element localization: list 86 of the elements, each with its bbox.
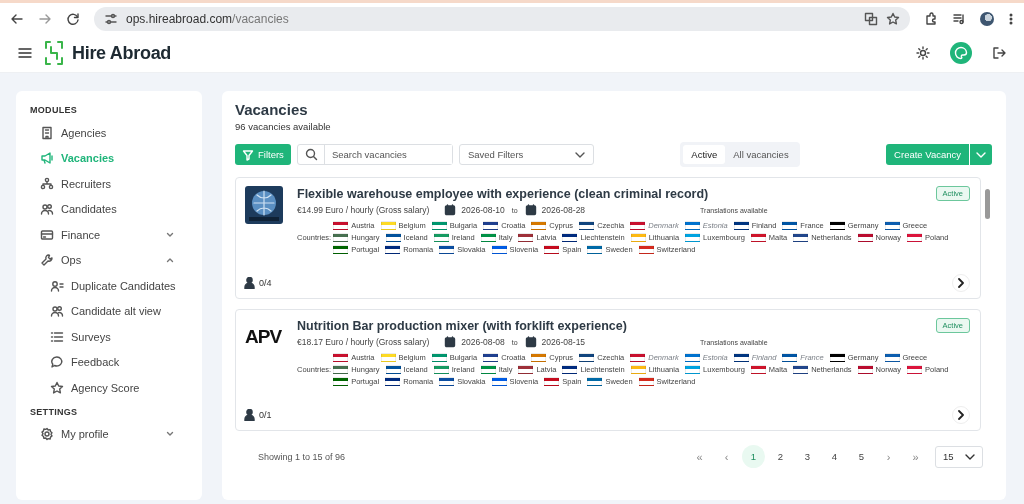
address-bar[interactable]: ops.hireabroad.com/vacancies bbox=[94, 6, 911, 31]
last-page-button[interactable]: » bbox=[904, 445, 927, 468]
person-icon bbox=[244, 409, 255, 421]
translate-icon bbox=[864, 11, 879, 26]
applicant-count: 0/1 bbox=[259, 410, 272, 420]
vacancy-title[interactable]: Nutrition Bar production mixer (with forklift experience) bbox=[297, 319, 627, 333]
person-icon bbox=[50, 278, 64, 293]
salary-text: €14.99 Euro / hourly (Gross salary) bbox=[297, 205, 430, 215]
chevron-down-icon bbox=[166, 431, 174, 438]
media-icon[interactable] bbox=[952, 11, 967, 26]
wrench-icon bbox=[40, 253, 54, 268]
reload-icon[interactable] bbox=[66, 11, 80, 26]
page-button[interactable]: 4 bbox=[823, 445, 846, 468]
page-button[interactable]: 1 bbox=[742, 445, 765, 468]
palette-button[interactable] bbox=[950, 42, 972, 64]
hierarchy-icon bbox=[40, 176, 54, 191]
first-page-button[interactable]: « bbox=[688, 445, 711, 468]
search-field[interactable]: Search vacancies bbox=[296, 144, 453, 165]
calendar-icon bbox=[524, 204, 537, 216]
sidebar-item[interactable]: Candidates bbox=[16, 196, 202, 222]
company-logo: APV bbox=[245, 325, 283, 349]
search-icon bbox=[304, 148, 318, 161]
next-page-button[interactable]: › bbox=[877, 445, 900, 468]
logout-icon[interactable] bbox=[992, 46, 1006, 60]
megaphone-icon bbox=[40, 151, 54, 166]
list-icon bbox=[50, 329, 64, 344]
end-date: 2026-08-28 bbox=[541, 205, 586, 215]
chevron-down-icon bbox=[976, 151, 986, 158]
more-icon[interactable] bbox=[1008, 11, 1014, 26]
sun-icon[interactable] bbox=[916, 46, 930, 60]
chevron-right-icon bbox=[958, 410, 964, 420]
sidebar-item[interactable]: Surveys bbox=[16, 324, 202, 350]
people-icon bbox=[40, 202, 54, 217]
sidebar-item[interactable]: Recruiters bbox=[16, 171, 202, 197]
vacancy-title[interactable]: Flexible warehouse employee with experience (clean criminal record) bbox=[297, 187, 709, 201]
end-date: 2026-08-15 bbox=[541, 337, 586, 347]
star-icon bbox=[50, 380, 64, 395]
chat-bubble-icon bbox=[50, 355, 64, 370]
salary-text: €18.17 Euro / hourly (Gross salary) bbox=[297, 337, 430, 347]
sidebar-item[interactable]: Agency Score bbox=[16, 375, 202, 401]
extensions-icon[interactable] bbox=[924, 11, 939, 26]
calendar-icon bbox=[524, 336, 537, 348]
calendar-icon bbox=[444, 204, 457, 216]
avatar-icon[interactable] bbox=[980, 11, 994, 26]
page-button[interactable]: 2 bbox=[769, 445, 792, 468]
start-date: 2026-08-08 bbox=[461, 337, 505, 347]
logo-icon bbox=[44, 41, 64, 65]
status-tab[interactable]: All vacancies bbox=[725, 145, 797, 164]
page-subtitle: 96 vacancies available bbox=[235, 121, 332, 132]
building-icon bbox=[40, 125, 54, 140]
chevron-down-icon bbox=[574, 151, 585, 158]
sidebar-item[interactable]: Ops bbox=[16, 247, 202, 273]
page-size-dropdown[interactable]: 15 bbox=[935, 445, 983, 468]
calendar-icon bbox=[444, 336, 457, 348]
chevron-down-icon bbox=[166, 231, 174, 238]
previous-page-button[interactable]: ‹ bbox=[715, 445, 738, 468]
card-icon bbox=[40, 227, 54, 242]
filter-icon bbox=[242, 148, 254, 161]
site-settings-icon bbox=[104, 11, 118, 26]
people-icon bbox=[50, 304, 64, 319]
sidebar-item[interactable]: My profile bbox=[16, 421, 202, 447]
sidebar-item[interactable]: Candidate alt view bbox=[16, 298, 202, 324]
sidebar-item[interactable]: Duplicate Candidates bbox=[16, 273, 202, 299]
chevron-right-icon bbox=[958, 278, 964, 288]
star-icon bbox=[886, 11, 901, 26]
gear-icon bbox=[40, 427, 54, 442]
saved-filters-dropdown[interactable]: Saved Filters bbox=[458, 144, 594, 165]
section-heading: MODULES bbox=[29, 104, 79, 117]
pagination-summary: Showing 1 to 15 of 96 bbox=[258, 451, 346, 462]
start-date: 2026-08-10 bbox=[461, 205, 505, 215]
url-text: ops.hireabroad.com/vacancies bbox=[126, 11, 289, 26]
section-heading: SETTINGS bbox=[29, 405, 79, 419]
page-title: Vacancies bbox=[235, 101, 309, 118]
person-icon bbox=[244, 277, 255, 289]
palette-icon bbox=[954, 46, 968, 60]
applicant-count: 0/4 bbox=[259, 278, 272, 288]
page-button[interactable]: 3 bbox=[796, 445, 819, 468]
sidebar-item[interactable]: Feedback bbox=[16, 349, 202, 375]
chevron-up-icon bbox=[166, 257, 174, 264]
brand-name: Hire Abroad bbox=[72, 42, 172, 64]
menu-icon[interactable] bbox=[18, 47, 32, 59]
sidebar-item[interactable]: Finance bbox=[16, 222, 202, 248]
status-tab[interactable]: Active bbox=[683, 145, 726, 164]
chevron-down-icon bbox=[965, 453, 975, 460]
sidebar-item[interactable]: Agencies bbox=[16, 120, 202, 146]
page-button[interactable]: 5 bbox=[850, 445, 873, 468]
